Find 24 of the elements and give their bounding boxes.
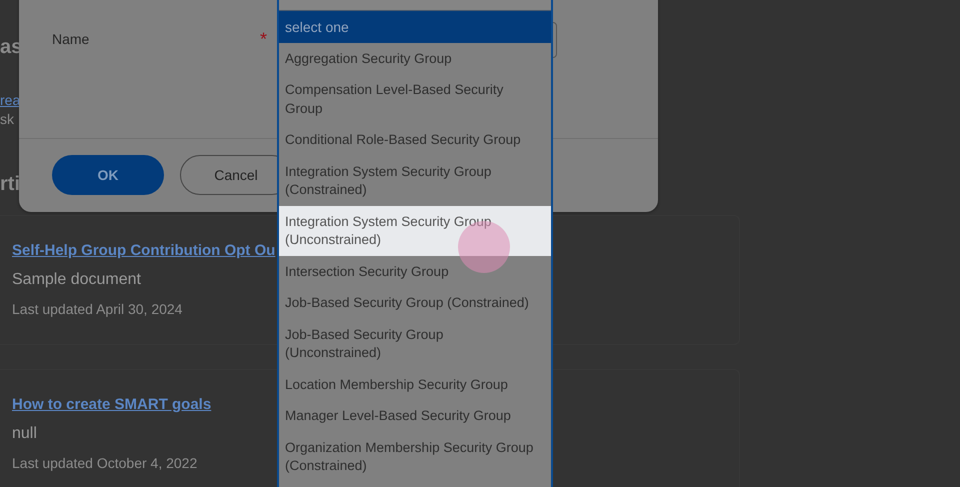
dropdown-option[interactable]: Integration System Security Group (Unconstrained) — [279, 206, 551, 256]
document-description: Sample document — [12, 271, 141, 289]
description-text: sk — [0, 111, 14, 127]
dropdown-header: select one — [279, 11, 551, 43]
last-updated-text: Last updated October 4, 2022 — [12, 455, 198, 471]
document-link[interactable]: Self-Help Group Contribution Opt Ou — [12, 242, 276, 259]
document-description: null — [12, 425, 37, 443]
dropdown-option[interactable]: Compensation Level-Based Security Group — [279, 74, 551, 124]
field-label: Name — [52, 31, 90, 47]
dropdown-search-field[interactable] — [279, 0, 551, 11]
section-heading: rti — [0, 173, 20, 197]
dropdown-option[interactable]: Manager Level-Based Security Group — [279, 400, 551, 432]
link[interactable]: rea — [0, 92, 20, 108]
ok-button[interactable]: OK — [52, 155, 164, 195]
document-link[interactable]: How to create SMART goals — [12, 396, 212, 413]
dropdown-option[interactable]: Aggregation Security Group — [279, 43, 551, 74]
dropdown-option[interactable]: Organization Membership Security Group (Constrained) — [279, 432, 551, 482]
last-updated-text: Last updated April 30, 2024 — [12, 301, 182, 317]
dropdown-option[interactable]: Intersection Security Group — [279, 256, 551, 288]
dropdown-option[interactable]: Conditional Role-Based Security Group — [279, 124, 551, 156]
dropdown-option[interactable]: Job-Based Security Group (Constrained) — [279, 288, 551, 319]
dropdown-option[interactable]: Location Membership Security Group — [279, 369, 551, 400]
required-mark: * — [260, 29, 268, 50]
dropdown-option[interactable]: Job-Based Security Group (Unconstrained) — [279, 319, 551, 369]
